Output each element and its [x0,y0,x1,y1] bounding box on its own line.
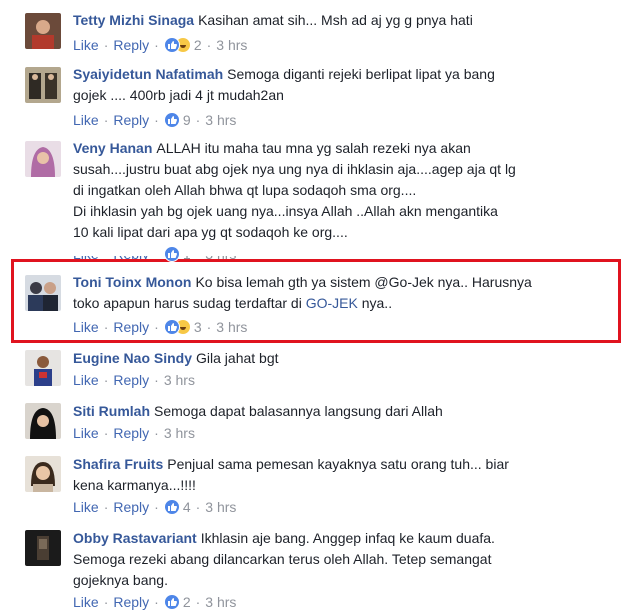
separator: · [103,37,109,53]
comment-time[interactable]: 3 hrs [205,594,236,610]
reply-button[interactable]: Reply [113,499,149,515]
reactions[interactable] [163,37,191,53]
comment-text: Semoga diganti rejeki berlipat lipat ya … [227,66,495,82]
comment-text: kena karmanya...!!!! [73,477,196,493]
comment-author[interactable]: Veny Hanan [73,140,152,156]
comment-time[interactable]: 3 hrs [205,112,236,128]
reaction-count: 9 [182,112,191,128]
separator: · [154,594,159,610]
like-button[interactable]: Like [73,37,99,53]
comment-text: Penjual sama pemesan kayaknya satu orang… [167,456,509,472]
like-button[interactable]: Like [73,112,99,128]
reaction-count: 2 [193,37,202,53]
reply-button[interactable]: Reply [113,372,149,388]
reactions[interactable] [163,594,180,610]
comment-time[interactable]: 3 hrs [205,499,236,515]
separator: · [154,499,159,515]
comment-author[interactable]: Tetty Mizhi Sinaga [73,12,194,28]
comment-text: Ikhlasin aje bang. Anggep infaq ke kaum … [200,530,495,546]
comment-text: gojek .... 400rb jadi 4 jt mudah2an [73,87,284,103]
like-icon [163,499,180,515]
like-button[interactable]: Like [73,372,99,388]
comment-author[interactable]: Eugine Nao Sindy [73,350,192,366]
separator: · [103,425,109,441]
comment-text: susah....justru buat abg ojek nya ung ny… [73,161,516,177]
comment-time[interactable]: 3 hrs [164,425,195,441]
separator: · [206,37,212,53]
separator: · [103,112,109,128]
separator: · [154,372,159,388]
like-icon [163,319,180,335]
comment-text: 10 kali lipat dari apa yg qt sodaqoh ke … [73,224,348,240]
reaction-count: 2 [182,594,191,610]
comment-text: gojeknya bang. [73,572,168,588]
comment-author[interactable]: Obby Rastavariant [73,530,197,546]
separator: · [103,499,109,515]
comment-text: di ingatkan oleh Allah bhwa qt lupa soda… [73,182,417,198]
reactions[interactable] [163,499,180,515]
separator: · [195,112,201,128]
comment-text: Semoga dapat balasannya langsung dari Al… [154,403,443,419]
separator: · [154,37,159,53]
avatar[interactable] [25,350,61,386]
highlight-box [11,259,621,343]
reply-button[interactable]: Reply [113,37,149,53]
avatar[interactable] [25,13,61,49]
separator: · [103,594,109,610]
separator: · [195,499,201,515]
reaction-count: 4 [182,499,191,515]
comment-author[interactable]: Syaiyidetun Nafatimah [73,66,223,82]
avatar[interactable] [25,67,61,103]
like-icon [163,112,180,128]
comment-time[interactable]: 3 hrs [164,372,195,388]
avatar[interactable] [25,403,61,439]
comment-text: Di ihklasin yah bg ojek uang nya...insya… [73,203,498,219]
like-button[interactable]: Like [73,594,99,610]
like-icon [163,594,180,610]
reply-button[interactable]: Reply [113,112,149,128]
avatar[interactable] [25,141,61,177]
separator: · [103,372,109,388]
separator: · [154,112,159,128]
reactions[interactable] [163,319,191,335]
separator: · [195,594,201,610]
avatar[interactable] [25,456,61,492]
comment-text: ALLAH itu maha tau mna yg salah rezeki n… [156,140,471,156]
comment-text: Gila jahat bgt [196,350,279,366]
cropped-overlap [60,244,620,256]
reply-button[interactable]: Reply [113,594,149,610]
comment-text: Semoga rezeki abang dilancarkan terus ol… [73,551,492,567]
avatar[interactable] [25,530,61,566]
comment-text: Kasihan amat sih... Msh ad aj yg g pnya … [198,12,473,28]
like-icon [163,37,180,53]
like-icon [163,246,180,262]
like-button[interactable]: Like [73,425,99,441]
separator: · [154,425,159,441]
reactions[interactable] [163,112,180,128]
like-button[interactable]: Like [73,499,99,515]
reply-button[interactable]: Reply [113,425,149,441]
reactions[interactable] [163,246,180,262]
comment-author[interactable]: Siti Rumlah [73,403,150,419]
comment-time[interactable]: 3 hrs [216,37,247,53]
comment-author[interactable]: Shafira Fruits [73,456,163,472]
